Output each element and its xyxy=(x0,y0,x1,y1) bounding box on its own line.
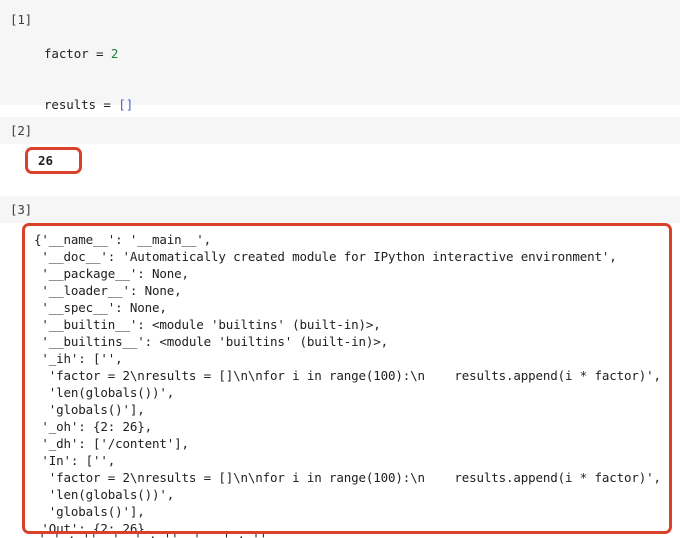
highlight-box-globals-dump: {'__name__': '__main__', '__doc__': 'Aut… xyxy=(22,223,672,534)
output-line: '__loader__': None, xyxy=(34,283,182,298)
highlight-box-result xyxy=(25,147,82,174)
output-line: '__package__': None, xyxy=(34,266,189,281)
output-area-2: 26 xyxy=(0,144,680,186)
code-token: [] xyxy=(118,97,134,112)
output-line: 'globals()'], xyxy=(34,504,145,519)
output-line: '__builtin__': <module 'builtins' (built… xyxy=(34,317,381,332)
code-line: results = [] xyxy=(44,96,268,113)
output-line: 'len(globals())', xyxy=(34,385,175,400)
output-line: '_dh': ['/content'], xyxy=(34,436,189,451)
code-token: results = xyxy=(44,97,119,112)
output-line: 'factor = 2\nresults = []\n\nfor i in ra… xyxy=(34,470,661,485)
globals-dump-text: {'__name__': '__main__', '__doc__': 'Aut… xyxy=(34,231,669,531)
output-area-3: {'__name__': '__main__', '__doc__': 'Aut… xyxy=(0,223,680,538)
cell-prompt-1: [1] xyxy=(10,12,32,27)
code-token: factor = xyxy=(44,46,111,61)
notebook-container: [1] factor = 2 results = [] for i in ran… xyxy=(0,0,680,538)
output-line: 'In': ['', xyxy=(34,453,116,468)
output-line: '_ih': ['', xyxy=(34,351,123,366)
output-line: 'len(globals())', xyxy=(34,487,175,502)
cell-prompt-2: [2] xyxy=(10,123,32,138)
output-line: '_oh': {2: 26}, xyxy=(34,419,153,434)
code-cell-3[interactable]: [3] globals() xyxy=(0,196,680,251)
output-value-26: 26 xyxy=(38,153,54,168)
output-line: 'globals()'], xyxy=(34,402,145,417)
cell-prompt-3: [3] xyxy=(10,202,32,217)
output-line: '__spec__': None, xyxy=(34,300,167,315)
output-line: '__builtins__': <module 'builtins' (buil… xyxy=(34,334,389,349)
output-line: {'__name__': '__main__', xyxy=(34,232,212,247)
output-line: 'factor = 2\nresults = []\n\nfor i in ra… xyxy=(34,368,661,383)
output-line: '__doc__': 'Automatically created module… xyxy=(34,249,617,264)
code-token: 2 xyxy=(110,46,119,61)
code-cell-1[interactable]: [1] factor = 2 results = [] for i in ran… xyxy=(0,0,680,265)
code-line: factor = 2 xyxy=(44,45,268,62)
code-cell-2[interactable]: [2] len(globals()) xyxy=(0,117,680,172)
clipped-output-line: '_' : '', '__' : '', '___' : '', xyxy=(31,530,671,538)
